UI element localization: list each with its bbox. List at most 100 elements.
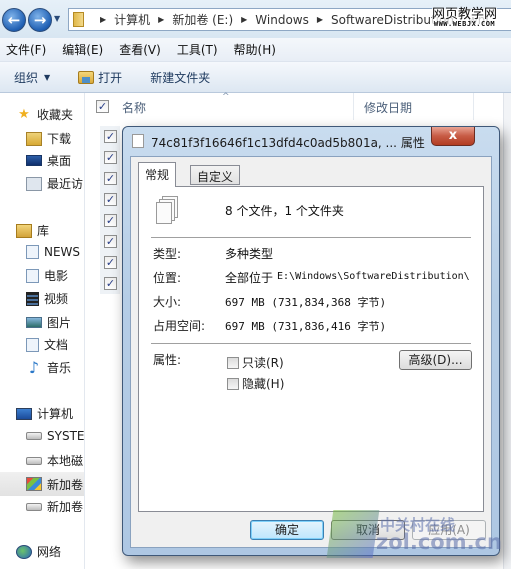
nav-drive-local[interactable]: 本地磁 (26, 452, 83, 469)
multiple-files-icon (132, 134, 144, 148)
nav-drive-new-2[interactable]: 新加卷 (26, 498, 83, 515)
dialog-title: 74c81f3f16646f1c13dfd4c0ad5b801a, ... 属性 (151, 136, 425, 150)
nav-lib-pictures[interactable]: 图片 (26, 314, 71, 331)
hidden-checkbox[interactable]: 隐藏(H) (227, 375, 284, 392)
nav-downloads[interactable]: 下载 (26, 130, 71, 147)
menu-view[interactable]: 查看(V) (113, 41, 167, 58)
file-list-header: ✓ 名称 ^ 修改日期 (86, 92, 511, 120)
nav-label: 收藏夹 (37, 108, 74, 122)
menu-edit[interactable]: 编辑(E) (56, 41, 109, 58)
library-doc-icon (26, 245, 39, 259)
row-checkbox[interactable]: ✓ (104, 214, 117, 227)
nav-lib-news[interactable]: NEWS (26, 245, 80, 259)
nav-lib-music[interactable]: ♪ 音乐 (26, 358, 71, 377)
desktop-icon (26, 155, 42, 166)
chevron-right-icon[interactable]: ▶ (317, 15, 323, 24)
nav-label: 计算机 (37, 407, 74, 421)
nav-computer[interactable]: 计算机 (16, 405, 73, 422)
drive-icon (26, 432, 42, 440)
hidden-label: 隐藏(H) (242, 377, 285, 391)
tab-general[interactable]: 常规 (138, 162, 177, 187)
nav-desktop[interactable]: 桌面 (26, 152, 71, 169)
size-on-disk-label: 占用空间: (153, 319, 206, 333)
column-divider[interactable] (473, 93, 474, 120)
breadcrumb-computer[interactable]: 计算机 (114, 11, 150, 28)
nav-label: 视频 (44, 292, 69, 306)
menu-tools[interactable]: 工具(T) (171, 41, 224, 58)
nav-drive-system[interactable]: SYSTE (26, 429, 84, 443)
column-name[interactable]: 名称 (122, 99, 146, 116)
nav-label: 新加卷 (47, 500, 84, 514)
close-icon: x (448, 128, 458, 143)
chevron-right-icon[interactable]: ▶ (241, 15, 247, 24)
open-folder-icon (78, 70, 95, 84)
breadcrumb-windows[interactable]: Windows (255, 13, 309, 27)
checkbox-box[interactable] (227, 377, 239, 390)
file-list-scrollbar[interactable] (503, 93, 511, 569)
readonly-checkbox[interactable]: 只读(R) (227, 354, 284, 371)
checkbox-box[interactable] (227, 356, 239, 369)
nav-drive-new-e[interactable]: 新加卷 (0, 472, 84, 496)
new-folder-label: 新建文件夹 (150, 70, 211, 85)
nav-lib-documents[interactable]: 文档 (26, 336, 68, 353)
back-button[interactable]: ← (2, 8, 26, 32)
nav-lib-videos[interactable]: 视频 (26, 290, 68, 307)
general-tab-panel: 8 个文件，1 个文件夹 类型: 多种类型 位置: 全部位于 E:\Window… (138, 186, 484, 512)
nav-label: 文档 (44, 338, 69, 352)
nav-label: 电影 (44, 269, 69, 283)
location-label: 位置: (153, 271, 182, 285)
open-label: 打开 (98, 70, 123, 85)
menu-bar: 文件(F) 编辑(E) 查看(V) 工具(T) 帮助(H) (0, 38, 511, 62)
location-path: E:\Windows\SoftwareDistribution\ (277, 271, 470, 282)
size-value: 697 MB (731,834,368 字节) (225, 296, 387, 309)
open-button[interactable]: 打开 (78, 69, 122, 86)
column-date-modified[interactable]: 修改日期 (364, 99, 412, 116)
library-doc-icon (26, 268, 39, 283)
divider (151, 237, 471, 238)
nav-label: 库 (37, 224, 50, 238)
row-checkbox[interactable]: ✓ (104, 193, 117, 206)
nav-libraries[interactable]: 库 (16, 222, 49, 239)
multiple-files-icon (156, 196, 180, 226)
library-icon (16, 223, 32, 238)
location-prefix: 全部位于 (225, 271, 274, 285)
recent-places-icon (26, 176, 42, 191)
cancel-button[interactable]: 取消 (331, 520, 405, 540)
selection-summary: 8 个文件，1 个文件夹 (225, 204, 344, 218)
nav-network[interactable]: 网络 (16, 543, 61, 560)
forward-button[interactable]: → (28, 8, 52, 32)
tab-custom[interactable]: 自定义 (190, 165, 241, 185)
row-checkbox[interactable]: ✓ (104, 172, 117, 185)
drive-icon (26, 502, 42, 511)
nav-label: 网络 (37, 545, 62, 559)
chevron-right-icon[interactable]: ▶ (158, 15, 164, 24)
recent-pages-dropdown-icon[interactable]: ▼ (54, 14, 60, 23)
readonly-label: 只读(R) (242, 356, 284, 370)
nav-lib-movies[interactable]: 电影 (26, 267, 68, 284)
advanced-button[interactable]: 高级(D)... (399, 350, 472, 370)
menu-help[interactable]: 帮助(H) (228, 41, 282, 58)
row-checkbox[interactable]: ✓ (104, 277, 117, 290)
row-checkbox[interactable]: ✓ (104, 235, 117, 248)
organize-button[interactable]: 组织 ▼ (14, 69, 50, 86)
ok-button[interactable]: 确定 (250, 520, 324, 540)
column-divider[interactable] (353, 93, 354, 120)
nav-recent[interactable]: 最近访 (26, 175, 83, 192)
windows-drive-icon (26, 477, 42, 491)
new-folder-button[interactable]: 新建文件夹 (150, 69, 210, 86)
breadcrumb-drive-e[interactable]: 新加卷 (E:) (172, 11, 233, 28)
menu-file[interactable]: 文件(F) (0, 41, 52, 58)
chevron-right-icon[interactable]: ▶ (100, 15, 106, 24)
nav-label: 本地磁 (47, 454, 84, 468)
nav-label: 下载 (47, 132, 72, 146)
apply-button[interactable]: 应用(A) (412, 520, 486, 540)
nav-favorites[interactable]: ★ 收藏夹 (16, 106, 73, 123)
row-checkbox[interactable]: ✓ (104, 130, 117, 143)
arrow-right-icon: → (33, 10, 47, 29)
video-icon (26, 291, 39, 306)
select-all-checkbox[interactable]: ✓ (96, 100, 109, 113)
row-checkbox[interactable]: ✓ (104, 151, 117, 164)
close-button[interactable]: x (431, 127, 475, 146)
type-value: 多种类型 (225, 247, 274, 261)
row-checkbox[interactable]: ✓ (104, 256, 117, 269)
